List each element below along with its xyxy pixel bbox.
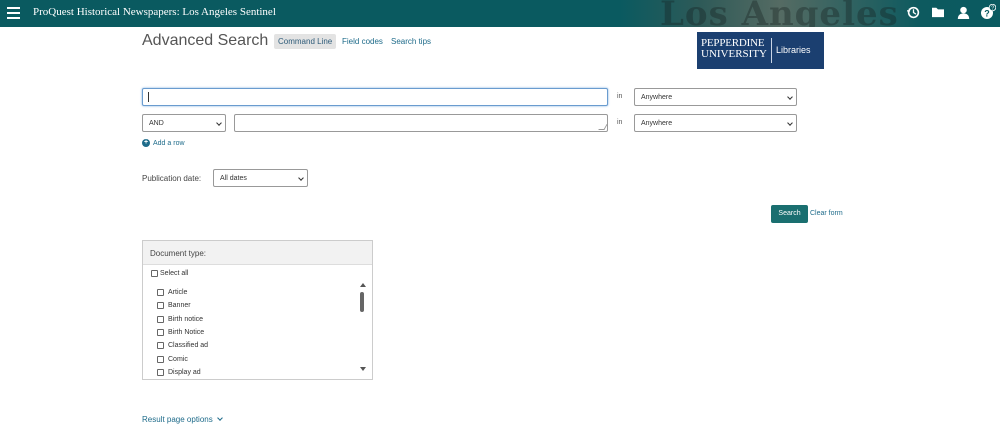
- list-item-label: Birth Notice: [168, 329, 205, 337]
- search-tips-link[interactable]: Search tips: [391, 37, 431, 46]
- add-row-link[interactable]: + Add a row: [142, 139, 185, 147]
- resize-handle-icon[interactable]: [598, 124, 608, 130]
- folder-icon[interactable]: [930, 4, 946, 20]
- chevron-down-icon: [787, 120, 793, 126]
- chevron-down-icon: [216, 120, 222, 126]
- document-type-list: Article Banner Birth notice Birth Notice…: [157, 286, 357, 379]
- checkbox[interactable]: [157, 355, 164, 363]
- list-item-label: Comic: [168, 355, 188, 363]
- logo-divider: [771, 38, 772, 63]
- search-input-row-2[interactable]: [234, 114, 608, 132]
- list-item-label: Article: [168, 289, 188, 297]
- list-item-label: Birth notice: [168, 315, 204, 323]
- publication-date-value: All dates: [220, 175, 247, 182]
- masthead-watermark: Los Angeles: [660, 0, 899, 27]
- field-select-row-1-value: Anywhere: [641, 94, 673, 101]
- command-line-link[interactable]: Command Line: [274, 34, 337, 49]
- list-item[interactable]: Comic: [157, 352, 357, 365]
- field-select-row-2-value: Anywhere: [641, 120, 673, 127]
- list-item-label: Banner: [168, 302, 191, 310]
- scroll-thumb[interactable]: [360, 292, 364, 312]
- search-input-row-1[interactable]: [142, 88, 608, 106]
- scroll-down-arrow-icon[interactable]: [360, 367, 366, 371]
- top-icons: ??: [905, 4, 996, 20]
- clear-form-link[interactable]: Clear form: [810, 210, 843, 217]
- publication-date-select[interactable]: All dates: [213, 169, 308, 187]
- list-item[interactable]: Display ad: [157, 366, 357, 379]
- operator-select-value: AND: [149, 120, 164, 127]
- pepperdine-libraries-logo[interactable]: PEPPERDINE UNIVERSITY Libraries: [697, 32, 824, 69]
- help-icon[interactable]: ??: [980, 4, 996, 20]
- hamburger-menu-icon[interactable]: [7, 7, 20, 19]
- scroll-up-arrow-icon[interactable]: [360, 283, 366, 287]
- field-codes-link[interactable]: Field codes: [342, 37, 383, 46]
- add-row-label: Add a row: [153, 139, 185, 147]
- list-item-label: Display ad: [168, 368, 201, 376]
- top-navigation-bar: Los Angeles ProQuest Historical Newspape…: [0, 0, 1000, 27]
- checkbox[interactable]: [157, 289, 164, 297]
- document-type-scrollbar[interactable]: [359, 283, 367, 373]
- logo-line-2: UNIVERSITY: [701, 48, 767, 60]
- field-select-row-1[interactable]: Anywhere: [634, 88, 797, 106]
- result-page-options-toggle[interactable]: Result page options: [142, 415, 223, 424]
- checkbox[interactable]: [157, 329, 164, 337]
- select-all-checkbox-row[interactable]: Select all: [151, 270, 188, 277]
- checkbox[interactable]: [157, 342, 164, 350]
- list-item-label: Classified ad: [168, 342, 209, 350]
- list-item[interactable]: Birth Notice: [157, 326, 357, 339]
- in-label-row-2: in: [617, 119, 623, 126]
- history-icon[interactable]: [905, 4, 921, 20]
- list-item[interactable]: Classified ad: [157, 339, 357, 352]
- checkbox[interactable]: [157, 368, 164, 376]
- checkbox[interactable]: [157, 315, 164, 323]
- in-label-row-1: in: [617, 93, 623, 100]
- list-item[interactable]: Birth notice: [157, 313, 357, 326]
- select-all-label: Select all: [160, 270, 189, 277]
- select-all-checkbox[interactable]: [151, 270, 158, 277]
- checkbox[interactable]: [157, 302, 164, 310]
- svg-text:?: ?: [984, 9, 990, 19]
- list-item[interactable]: Banner: [157, 299, 357, 312]
- result-page-options-label: Result page options: [142, 415, 213, 424]
- operator-select-row-2[interactable]: AND: [142, 114, 226, 132]
- plus-circle-icon: +: [142, 139, 150, 147]
- list-item[interactable]: Article: [157, 286, 357, 299]
- document-type-header: Document type:: [143, 241, 372, 265]
- app-title[interactable]: ProQuest Historical Newspapers: Los Ange…: [33, 6, 276, 18]
- chevron-down-icon: [216, 415, 223, 421]
- svg-text:?: ?: [991, 6, 994, 12]
- chevron-down-icon: [298, 175, 304, 181]
- search-button[interactable]: Search: [771, 205, 808, 223]
- field-select-row-2[interactable]: Anywhere: [634, 114, 797, 132]
- chevron-down-icon: [787, 94, 793, 100]
- document-type-panel: Document type: Select all Article Banner…: [142, 240, 373, 380]
- publication-date-label: Publication date:: [142, 174, 202, 183]
- page-title: Advanced Search: [142, 32, 269, 49]
- user-icon[interactable]: [955, 4, 971, 20]
- logo-line-3: Libraries: [776, 45, 811, 55]
